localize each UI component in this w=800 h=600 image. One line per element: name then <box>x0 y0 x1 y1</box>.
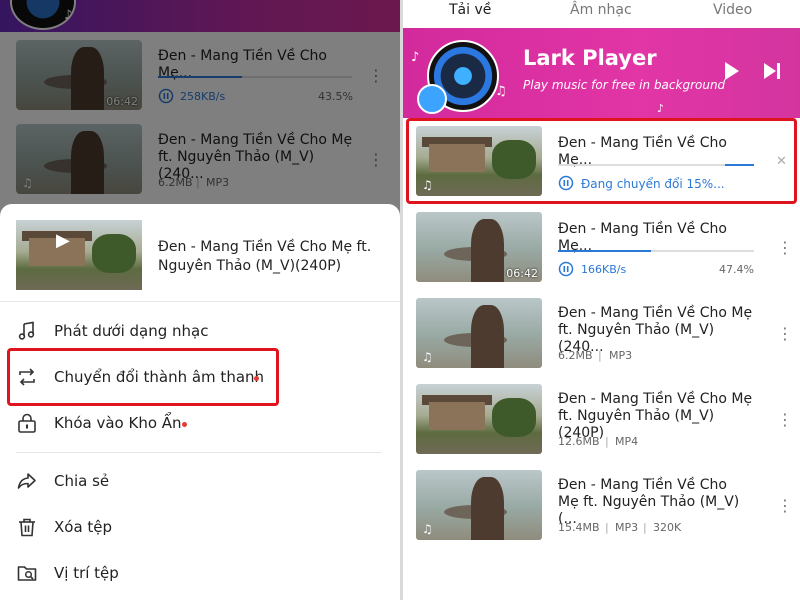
sheet-title: Đen - Mang Tiền Về Cho Mẹ ft. Nguyên Thả… <box>158 239 372 274</box>
menu-item-label: Chia sẻ <box>54 472 110 490</box>
right-screen: Tải về Âm nhạc Video ♪ ♫ ♪ Lark Player P… <box>403 0 800 600</box>
list-item[interactable]: ♫ Đen - Mang Tiền Về Cho Mẹ ft. Nguyên T… <box>403 292 800 378</box>
play-icon[interactable] <box>725 62 739 80</box>
tab-bar: Tải về Âm nhạc Video <box>403 0 800 28</box>
pause-icon[interactable] <box>558 261 574 280</box>
lock-icon <box>16 412 38 434</box>
music-note-icon <box>16 320 38 342</box>
duration-label: 06:42 <box>506 267 538 280</box>
video-thumbnail[interactable]: 06:42 <box>416 212 542 282</box>
separator: | <box>605 521 609 534</box>
item-title-line-1: Đen - Mang Tiền Về Cho Mẹ <box>558 305 753 321</box>
mascot-avatar <box>417 84 447 114</box>
item-title-line-1: Đen - Mang Tiền Về Cho <box>558 477 727 493</box>
menu-item-label: Vị trí tệp <box>54 564 119 582</box>
menu-item-file-location[interactable]: Vị trí tệp <box>0 552 400 596</box>
highlight-box <box>7 348 279 406</box>
video-thumbnail[interactable] <box>416 384 542 454</box>
music-note-icon: ♫ <box>495 84 507 99</box>
next-track-icon[interactable] <box>763 62 783 84</box>
bitrate: 320K <box>653 521 682 534</box>
file-format: MP4 <box>615 435 639 448</box>
folder-location-icon <box>16 562 38 584</box>
trash-icon <box>16 516 38 538</box>
menu-divider <box>16 452 382 453</box>
file-format: MP3 <box>615 521 639 534</box>
tab-downloads[interactable]: Tải về <box>449 2 491 18</box>
download-progress-bar <box>558 250 754 252</box>
left-screen: ♪ 06:42 Đen - Mang Tiền Về Cho Mẹ... 258… <box>0 0 400 600</box>
download-percent: 47.4% <box>719 263 754 276</box>
separator: | <box>605 435 609 448</box>
file-size: 15.4MB <box>558 521 600 534</box>
item-title-line-1: Đen - Mang Tiền Về Cho Mẹ <box>558 391 753 407</box>
file-size: 12.6MB <box>558 435 600 448</box>
list-item[interactable]: ♫ Đen - Mang Tiền Về Cho Mẹ ft. Nguyên T… <box>403 464 800 550</box>
music-note-icon: ♪ <box>657 102 665 115</box>
menu-item-delete-file[interactable]: Xóa tệp <box>0 506 400 550</box>
more-options-icon[interactable]: ⋮ <box>777 410 793 429</box>
menu-item-label: Khóa vào Kho Ẩn <box>54 414 182 432</box>
more-options-icon[interactable]: ⋮ <box>777 496 793 515</box>
menu-item-label: Xóa tệp <box>54 518 113 536</box>
download-speed: 166KB/s <box>581 263 627 276</box>
banner-title: Lark Player <box>523 46 657 70</box>
video-thumbnail <box>16 220 142 290</box>
tab-video[interactable]: Video <box>713 2 752 18</box>
list-item[interactable]: 06:42 Đen - Mang Tiền Về Cho Mẹ... 166KB… <box>403 206 800 292</box>
menu-item-share[interactable]: Chia sẻ <box>0 460 400 504</box>
file-size: 6.2MB <box>558 349 593 362</box>
list-item[interactable]: Đen - Mang Tiền Về Cho Mẹ ft. Nguyên Thả… <box>403 378 800 464</box>
banner-subtitle: Play music for free in background <box>523 78 726 92</box>
menu-item-lock-hidden[interactable]: Khóa vào Kho Ẩn <box>0 402 400 446</box>
highlight-box <box>406 118 797 204</box>
new-badge-dot <box>182 422 187 427</box>
music-note-icon: ♫ <box>422 350 433 364</box>
menu-item-label: Phát dưới dạng nhạc <box>54 322 209 340</box>
separator: | <box>643 521 647 534</box>
more-options-icon[interactable]: ⋮ <box>777 238 793 257</box>
progress-fill <box>558 250 651 252</box>
lark-player-banner[interactable]: ♪ ♫ ♪ Lark Player Play music for free in… <box>403 28 800 118</box>
share-icon <box>16 470 38 492</box>
file-format: MP3 <box>609 349 633 362</box>
music-note-icon: ♫ <box>422 522 433 536</box>
video-thumbnail[interactable]: ♫ <box>416 470 542 540</box>
separator: | <box>598 349 602 362</box>
music-note-icon: ♪ <box>411 50 420 65</box>
video-thumbnail[interactable]: ♫ <box>416 298 542 368</box>
play-icon: ▶ <box>56 230 70 251</box>
more-options-icon[interactable]: ⋮ <box>777 324 793 343</box>
tab-music[interactable]: Âm nhạc <box>570 2 632 18</box>
sheet-header: ▶ Đen - Mang Tiền Về Cho Mẹ ft. Nguyên T… <box>0 204 400 302</box>
